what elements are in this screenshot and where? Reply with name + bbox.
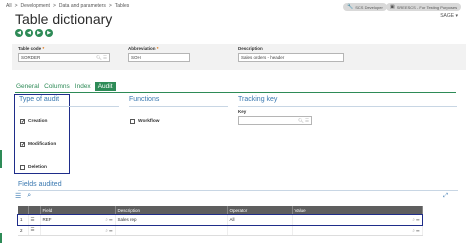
abbreviation-input[interactable]: SOH — [128, 53, 190, 62]
field-cell[interactable]: ⌕ ☰ — [40, 225, 116, 236]
creation-checkbox[interactable]: ✓ — [20, 119, 25, 125]
operator-cell[interactable] — [227, 225, 293, 236]
fields-audited-grid: Field Description Operator Value 1 ☰ REF… — [17, 206, 423, 236]
creation-label: Creation — [28, 119, 48, 124]
lookup-icon[interactable]: 🔍︎ ☰ — [298, 118, 309, 124]
modification-label: Modification — [28, 142, 57, 147]
tracking-key-title: Tracking key — [238, 96, 278, 103]
row-number: 2 — [18, 225, 29, 236]
value-cell[interactable]: ⌕ ☰ — [292, 225, 423, 236]
tracking-key-input[interactable]: 🔍︎ ☰ — [238, 116, 312, 125]
breadcrumb-data-parameters[interactable]: Data and parameters — [59, 3, 106, 9]
type-of-audit-title: Type of audit — [19, 96, 60, 103]
developer-pill[interactable]: 🔧 SCS Developer — [343, 3, 387, 11]
wrench-icon: 🔧 — [347, 4, 354, 10]
table-row[interactable]: 2 ☰ ⌕ ☰ ⌕ ☰ — [18, 225, 423, 236]
tab-general[interactable]: General — [15, 82, 40, 91]
expand-icon[interactable]: ⤢ — [443, 193, 448, 200]
first-record-button[interactable]: ◀ — [15, 29, 23, 37]
audit-creation-option[interactable]: ✓ Creation — [20, 119, 48, 125]
next-record-button[interactable]: ▶ — [35, 29, 43, 37]
operator-cell[interactable]: All — [227, 215, 293, 226]
tab-bar: General Columns Index Audit — [15, 82, 116, 91]
description-label: Description — [238, 46, 263, 51]
lookup-icon: ⌕ ☰ — [105, 227, 113, 233]
workflow-checkbox[interactable] — [130, 119, 135, 124]
folder-icon: ▣ — [390, 4, 395, 10]
last-record-button[interactable]: ▶ — [45, 29, 53, 37]
lookup-icon[interactable]: 🔍︎ ☰ — [96, 55, 107, 61]
modification-checkbox[interactable]: ✓ — [20, 142, 25, 148]
functions-title: Functions — [129, 96, 160, 103]
table-code-input[interactable]: SORDER 🔍︎ ☰ — [18, 53, 110, 62]
section-divider — [18, 190, 458, 191]
side-indicator — [0, 150, 2, 168]
workflow-label: Workflow — [138, 119, 160, 124]
field-cell[interactable]: REF ⌕ ☰ — [40, 215, 116, 226]
description-column-header[interactable]: Description — [115, 206, 228, 215]
page-title: Table dictionary — [15, 11, 113, 27]
field-column-header[interactable]: Field — [40, 206, 116, 215]
breadcrumb-tables[interactable]: Tables — [115, 3, 129, 9]
row-menu-icon[interactable]: ☰ — [28, 215, 41, 226]
description-cell: Sales rep — [115, 215, 228, 226]
abbreviation-field: Abbreviation * SOH — [128, 46, 190, 62]
breadcrumb-separator: > — [52, 3, 56, 9]
tracking-key-field: Key 🔍︎ ☰ — [238, 109, 312, 125]
deletion-label: Deletion — [28, 165, 47, 170]
previous-record-button[interactable]: ◀ — [25, 29, 33, 37]
operator-column-header[interactable]: Operator — [227, 206, 293, 215]
sage-menu[interactable]: SAGE ▾ — [440, 13, 458, 19]
breadcrumb-separator: > — [14, 3, 18, 9]
folder-pill-label: SREESCS - For Testing Purposes — [396, 4, 458, 10]
table-code-field: Table code * SORDER 🔍︎ ☰ — [18, 46, 110, 62]
search-icon[interactable]: ⌕ — [27, 192, 31, 200]
value-cell[interactable]: ⌕ ☰ — [292, 215, 423, 226]
value-column-header[interactable]: Value — [292, 206, 423, 215]
table-row[interactable]: 1 ☰ REF ⌕ ☰ Sales rep All ⌕ ☰ — [17, 214, 423, 226]
lookup-icon: ⌕ ☰ — [412, 227, 420, 233]
lookup-icon: ⌕ ☰ — [412, 217, 420, 223]
key-panel: Table code * SORDER 🔍︎ ☰ Abbreviation * … — [12, 44, 466, 70]
row-menu-header — [28, 206, 41, 215]
folder-pill[interactable]: ▣ SREESCS - For Testing Purposes — [386, 3, 462, 11]
tab-columns[interactable]: Columns — [43, 82, 71, 91]
fields-audited-title: Fields audited — [18, 181, 62, 188]
description-field: Description Sales orders - header — [238, 46, 344, 62]
workflow-option[interactable]: Workflow — [130, 119, 160, 124]
tab-underline — [15, 92, 456, 93]
description-cell — [115, 225, 228, 236]
breadcrumb-development[interactable]: Development — [20, 3, 49, 9]
table-code-label: Table code * — [18, 46, 45, 51]
description-input[interactable]: Sales orders - header — [238, 53, 344, 62]
tab-index[interactable]: Index — [74, 82, 92, 91]
section-divider — [129, 106, 228, 107]
key-label: Key — [238, 109, 247, 114]
grid-toolbar: ☰ ⌕ — [15, 192, 31, 200]
developer-pill-label: SCS Developer — [355, 4, 383, 10]
row-number-header — [18, 206, 29, 215]
row-menu-icon[interactable]: ☰ — [28, 225, 41, 236]
section-divider — [19, 106, 119, 107]
breadcrumb-separator: > — [108, 3, 112, 9]
lookup-icon: ⌕ ☰ — [105, 217, 113, 223]
list-icon[interactable]: ☰ — [15, 192, 21, 200]
grid-header-row: Field Description Operator Value — [18, 206, 423, 215]
tab-audit[interactable]: Audit — [94, 82, 116, 91]
section-divider — [238, 106, 457, 107]
breadcrumb-all[interactable]: All — [6, 3, 12, 9]
deletion-checkbox[interactable] — [20, 165, 25, 170]
breadcrumb: All > Development > Data and parameters … — [6, 3, 129, 9]
audit-deletion-option[interactable]: Deletion — [20, 165, 47, 170]
record-navigation: ◀ ◀ ▶ ▶ — [15, 29, 53, 37]
abbreviation-label: Abbreviation * — [128, 46, 159, 51]
side-indicator — [0, 233, 2, 243]
row-number: 1 — [18, 215, 29, 226]
audit-modification-option[interactable]: ✓ Modification — [20, 142, 57, 148]
